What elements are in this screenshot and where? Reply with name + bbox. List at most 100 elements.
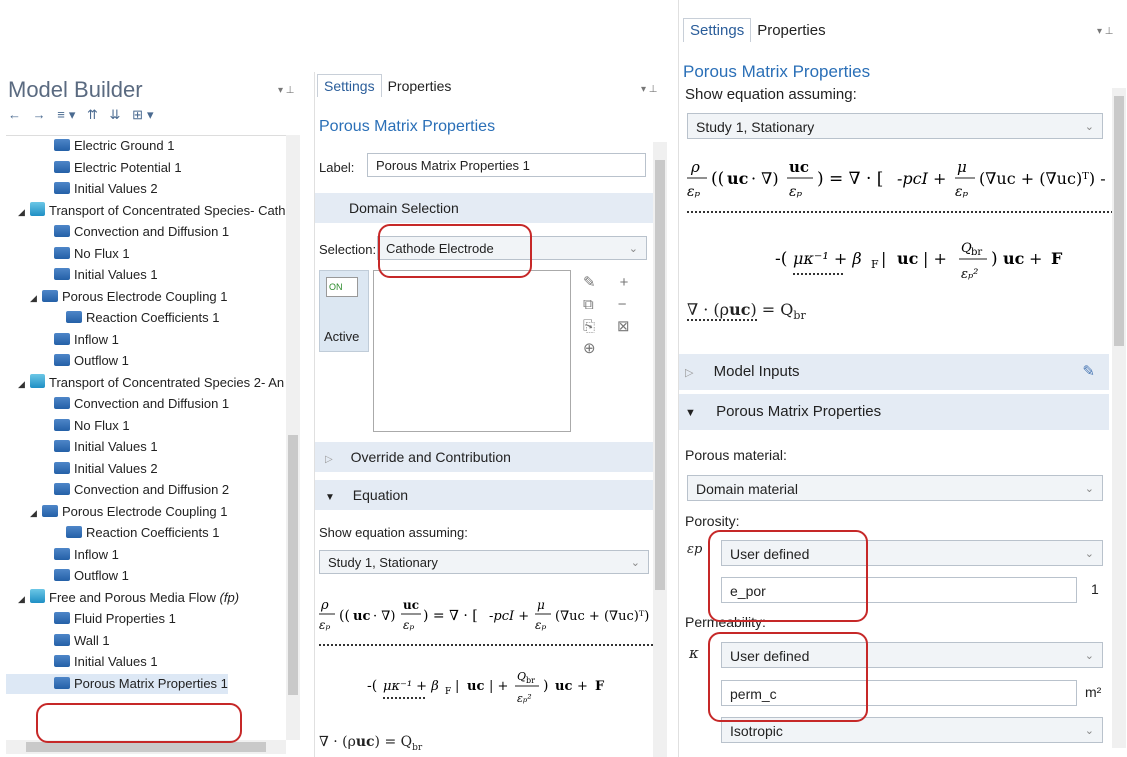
tree-item[interactable]: Initial Values 1 (6, 437, 158, 457)
tree-expander-icon[interactable]: ◢ (30, 288, 42, 308)
middle-scroll-thumb[interactable] (655, 160, 665, 590)
tree-hscrollbar[interactable] (6, 740, 286, 754)
tree-item[interactable]: Convection and Diffusion 2 (6, 480, 229, 500)
right-study-combo[interactable]: Study 1, Stationary ⌄ (687, 113, 1103, 139)
tree-item[interactable]: Inflow 1 (6, 545, 119, 565)
tree-item[interactable]: Outflow 1 (6, 566, 129, 586)
middle-study-value: Study 1, Stationary (328, 555, 438, 570)
permeability-mode-combo[interactable]: User defined ⌄ (721, 642, 1103, 668)
tree-item[interactable]: No Flux 1 (6, 416, 130, 436)
model-builder-panel: Model Builder ▾ ⊥ ← → ≡▾ ⇈ ⇊ ⊞▾ Electric… (0, 55, 300, 755)
forward-icon[interactable]: → (33, 107, 50, 122)
tab-properties[interactable]: Properties (382, 75, 458, 97)
clipboard-icon[interactable]: ⎘ (583, 318, 595, 335)
equation-header[interactable]: ▼ Equation (315, 480, 653, 510)
svg-text:| +: | + (489, 679, 508, 694)
permeability-unit: m² (1085, 684, 1102, 700)
expand-icon[interactable]: ⇊ (110, 107, 125, 122)
middle-study-combo[interactable]: Study 1, Stationary ⌄ (319, 550, 649, 574)
show-icon[interactable]: ≡▾ (57, 107, 79, 122)
tree-item[interactable]: Initial Values 2 (6, 179, 158, 199)
tree-item[interactable]: ◢ Free and Porous Media Flow (fp) (6, 588, 239, 608)
tree-item[interactable]: ◢ Transport of Concentrated Species 2- An (6, 373, 284, 393)
paste-selection-icon[interactable]: ✎ (583, 274, 596, 291)
feature-node-icon (54, 440, 70, 452)
tree-item[interactable]: ◢ Transport of Concentrated Species- Cath (6, 201, 286, 221)
right-settings-title: Porous Matrix Properties (683, 62, 871, 81)
right-scroll-thumb[interactable] (1114, 96, 1124, 346)
tree-expander-icon[interactable]: ◢ (18, 202, 30, 222)
tab-settings[interactable]: Settings (683, 18, 752, 42)
collapse-icon[interactable]: ⇈ (87, 107, 102, 122)
add-icon[interactable]: + (620, 274, 629, 291)
right-drag-graphic: -( μκ⁻¹ + β F | uc | + Q br εₚ² ) uc + F (775, 241, 1063, 282)
tree-item[interactable]: Outflow 1 (6, 351, 129, 371)
tree-item-label: Fluid Properties 1 (74, 611, 176, 626)
tree-item[interactable]: ◢ Porous Electrode Coupling 1 (6, 502, 228, 522)
svg-text:uc: uc (727, 169, 749, 188)
copy-icon[interactable]: ⧉ (583, 296, 594, 313)
tree-expander-icon[interactable]: ◢ (30, 503, 42, 523)
tree-expander-icon[interactable]: ◢ (18, 374, 30, 394)
tree-item[interactable]: Electric Ground 1 (6, 136, 174, 156)
back-icon[interactable]: ← (8, 107, 25, 122)
porous-material-combo[interactable]: Domain material ⌄ (687, 475, 1103, 501)
pin-icon[interactable]: ▾ ⊥ (278, 85, 295, 96)
right-scrollbar[interactable] (1112, 88, 1126, 748)
tree-options-icon[interactable]: ⊞▾ (132, 107, 157, 122)
tree-item-label: Porous Electrode Coupling 1 (62, 288, 228, 304)
svg-text:ρ: ρ (320, 598, 329, 613)
porous-section-header[interactable]: ▼ Porous Matrix Properties (679, 394, 1109, 430)
remove-icon[interactable]: − (618, 296, 627, 313)
toggle-switch[interactable]: ON (326, 277, 358, 297)
tree-item-label: Reaction Coefficients 1 (86, 310, 220, 325)
tree-item[interactable]: Electric Potential 1 (6, 158, 182, 178)
tree-item[interactable]: No Flux 1 (6, 244, 130, 264)
porosity-mode-combo[interactable]: User defined ⌄ (721, 540, 1103, 566)
tree-hscroll-thumb[interactable] (26, 742, 266, 752)
tree-item[interactable]: Reaction Coefficients 1 (6, 308, 219, 328)
svg-text:) = ∇ · [: ) = ∇ · [ (423, 608, 478, 624)
tab-settings[interactable]: Settings (317, 74, 382, 97)
equation-label: Equation (352, 487, 409, 503)
right-pin-icon[interactable]: ▾ ⊥ (1097, 26, 1114, 37)
middle-scrollbar[interactable] (653, 142, 667, 757)
selection-list[interactable] (373, 270, 571, 432)
tree-item[interactable]: Inflow 1 (6, 330, 119, 350)
tree-item[interactable]: Porous Matrix Properties 1 (6, 673, 228, 694)
porosity-value-field[interactable]: e_por (721, 577, 1077, 603)
tree-item[interactable]: Reaction Coefficients 1 (6, 523, 219, 543)
isotropic-combo[interactable]: Isotropic ⌄ (721, 717, 1103, 743)
svg-text:ρ: ρ (690, 158, 700, 176)
tree-scroll-thumb[interactable] (288, 435, 298, 695)
tab-properties[interactable]: Properties (751, 19, 831, 42)
tree-scrollbar[interactable] (286, 135, 300, 740)
model-inputs-header[interactable]: ▷ Model Inputs ✎ (679, 354, 1109, 390)
feature-node-icon (54, 354, 70, 366)
tree-item[interactable]: Initial Values 1 (6, 265, 158, 285)
permeability-value-field[interactable]: perm_c (721, 680, 1077, 706)
active-toggle[interactable]: ON Active (319, 270, 369, 352)
clear-selection-icon[interactable]: ⊠ (617, 318, 630, 335)
edit-icon[interactable]: ✎ (1082, 354, 1095, 390)
zoom-selection-icon[interactable]: ⊕ (583, 340, 596, 357)
tree-item[interactable]: Initial Values 1 (6, 652, 158, 672)
svg-text:μ: μ (957, 158, 967, 176)
override-header[interactable]: ▷ Override and Contribution (315, 442, 653, 472)
svg-text:): ) (991, 249, 998, 269)
svg-text:F: F (871, 258, 879, 271)
tree-item[interactable]: Fluid Properties 1 (6, 609, 176, 629)
middle-pin-icon[interactable]: ▾ ⊥ (641, 84, 658, 95)
label-field[interactable]: Porous Matrix Properties 1 (367, 153, 646, 177)
tree-item[interactable]: Convection and Diffusion 1 (6, 222, 229, 242)
selection-combo[interactable]: Cathode Electrode ⌄ (377, 236, 647, 260)
domain-selection-header[interactable]: Domain Selection (315, 193, 653, 223)
tree-item[interactable]: ◢ Porous Electrode Coupling 1 (6, 287, 228, 307)
svg-text:): ) (543, 678, 548, 694)
tree-item[interactable]: Wall 1 (6, 631, 110, 651)
collapsed-chevron-icon: ▷ (685, 367, 694, 379)
tree-item[interactable]: Convection and Diffusion 1 (6, 394, 229, 414)
tree-item[interactable]: Initial Values 2 (6, 459, 158, 479)
tree-item-label: Porous Matrix Properties 1 (74, 675, 228, 691)
tree-expander-icon[interactable]: ◢ (18, 589, 30, 609)
